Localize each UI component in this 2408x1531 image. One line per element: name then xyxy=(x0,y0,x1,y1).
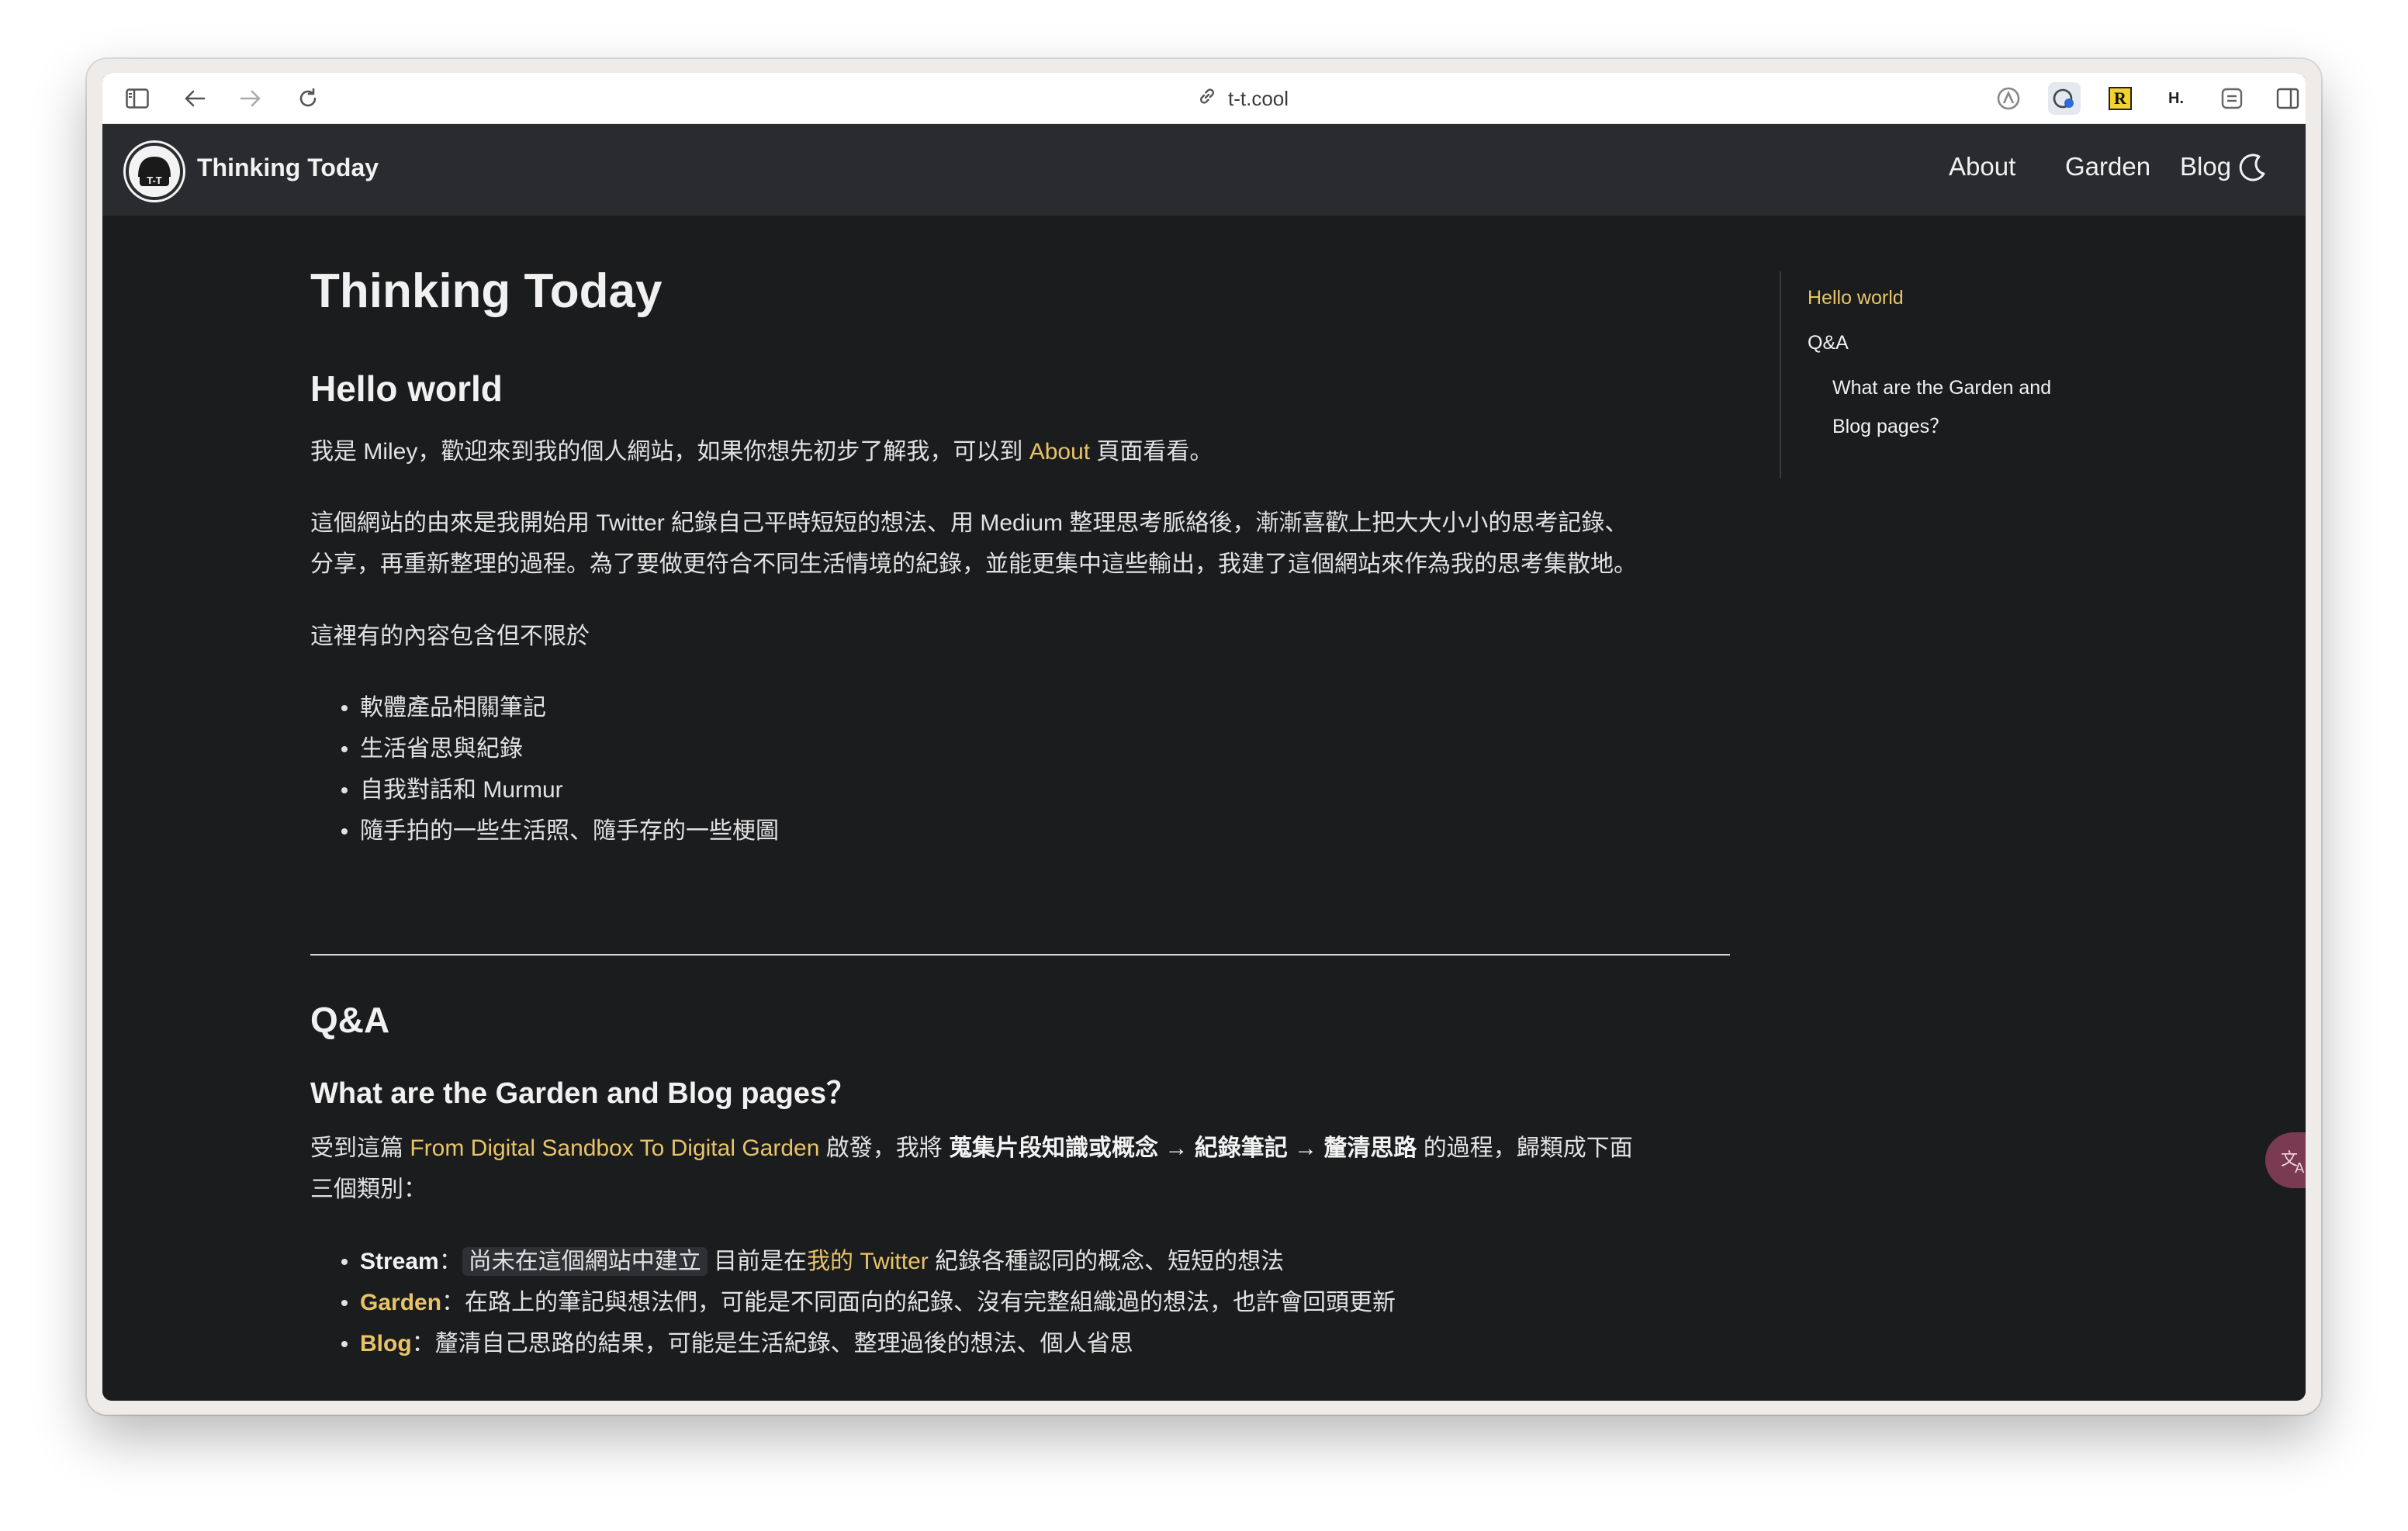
site-header: T-T Thinking Today About Garden Blog xyxy=(102,124,2306,216)
inline-code: 尚未在這個網站中建立 xyxy=(462,1247,708,1276)
back-arrow-icon[interactable] xyxy=(180,84,209,113)
origin-paragraph: 這個網站的由來是我開始用 Twitter 紀錄自己平時短短的想法、用 Mediu… xyxy=(310,510,1637,577)
list-item: 軟體產品相關筆記 xyxy=(310,687,779,728)
toc-garden-blog-cont[interactable]: Blog pages？ xyxy=(1832,411,1949,439)
section-divider xyxy=(310,954,1730,956)
bitwarden-icon[interactable] xyxy=(2048,82,2081,115)
qa-subheading: What are the Garden and Blog pages？ xyxy=(310,1077,856,1110)
blog-link[interactable]: Blog xyxy=(360,1331,412,1356)
qa-paragraph: 受到這篇 From Digital Sandbox To Digital Gar… xyxy=(310,1135,1633,1202)
readwise-icon[interactable]: R xyxy=(2104,82,2136,115)
toc-hello-world[interactable]: Hello world xyxy=(1808,287,1904,309)
qa-heading: Q&A xyxy=(310,1000,390,1040)
translate-button[interactable]: 文A xyxy=(2265,1132,2306,1188)
about-link[interactable]: About xyxy=(1029,439,1090,465)
reload-icon[interactable] xyxy=(293,84,323,113)
list-item: 隨手拍的一些生活照、隨手存的一些梗圖 xyxy=(310,810,779,852)
url-text: t-t.cool xyxy=(1227,86,1289,110)
extension-icon[interactable] xyxy=(2216,82,2248,115)
categories-list: Stream： 尚未在這個網站中建立 目前是在我的 Twitter 紀錄各種認同的… xyxy=(310,1241,1396,1364)
page-title: Thinking Today xyxy=(310,264,663,318)
digital-garden-link[interactable]: From Digital Sandbox To Digital Garden xyxy=(410,1135,819,1161)
adguard-icon[interactable] xyxy=(1992,82,2025,115)
browser-viewport: t-t.cool R H. T-T Thinking Today About G… xyxy=(102,73,2306,1401)
toc-garden-blog[interactable]: What are the Garden and xyxy=(1832,377,2051,399)
nav-garden[interactable]: Garden xyxy=(2065,152,2150,181)
garden-link[interactable]: Garden xyxy=(360,1290,441,1315)
address-bar[interactable]: t-t.cool xyxy=(1134,84,1351,113)
table-of-contents: Hello world Q&A What are the Garden and … xyxy=(1780,271,2105,478)
nav-about[interactable]: About xyxy=(1949,152,2015,181)
site-title[interactable]: Thinking Today xyxy=(197,154,379,182)
svg-text:A: A xyxy=(2295,1160,2305,1176)
nav-blog[interactable]: Blog xyxy=(2180,152,2231,181)
forward-arrow-icon[interactable] xyxy=(236,84,265,113)
list-item: 生活省思與紀錄 xyxy=(310,728,779,769)
toc-qa[interactable]: Q&A xyxy=(1808,332,1849,354)
contents-list: 軟體產品相關筆記 生活省思與紀錄 自我對話和 Murmur 隨手拍的一些生活照、… xyxy=(310,687,779,852)
hello-world-heading: Hello world xyxy=(310,368,503,409)
site-logo[interactable]: T-T xyxy=(126,143,183,200)
link-icon xyxy=(1197,86,1217,112)
list-item: Garden：在路上的筆記與想法們，可能是不同面向的紀錄、沒有完整組織過的想法，… xyxy=(310,1282,1396,1323)
hypothesis-icon[interactable]: H. xyxy=(2160,82,2192,115)
browser-toolbar: t-t.cool R H. xyxy=(102,73,2306,124)
moon-icon[interactable] xyxy=(2236,150,2270,185)
list-item: Stream： 尚未在這個網站中建立 目前是在我的 Twitter 紀錄各種認同的… xyxy=(310,1241,1396,1282)
contents-intro: 這裡有的內容包含但不限於 xyxy=(310,624,590,649)
list-item: 自我對話和 Murmur xyxy=(310,769,779,810)
sidebar-toggle-icon[interactable] xyxy=(123,84,152,113)
list-item: Blog：釐清自己思路的結果，可能是生活紀錄、整理過後的想法、個人省思 xyxy=(310,1323,1396,1364)
browser-window: t-t.cool R H. T-T Thinking Today About G… xyxy=(87,59,2321,1415)
split-view-icon[interactable] xyxy=(2271,82,2304,115)
svg-text:T-T: T-T xyxy=(147,175,162,186)
intro-paragraph: 我是 Miley，歡迎來到我的個人網站，如果你想先初步了解我，可以到 About… xyxy=(310,439,1213,465)
twitter-link[interactable]: 我的 Twitter xyxy=(807,1249,929,1274)
translate-icon: 文A xyxy=(2281,1150,2305,1176)
